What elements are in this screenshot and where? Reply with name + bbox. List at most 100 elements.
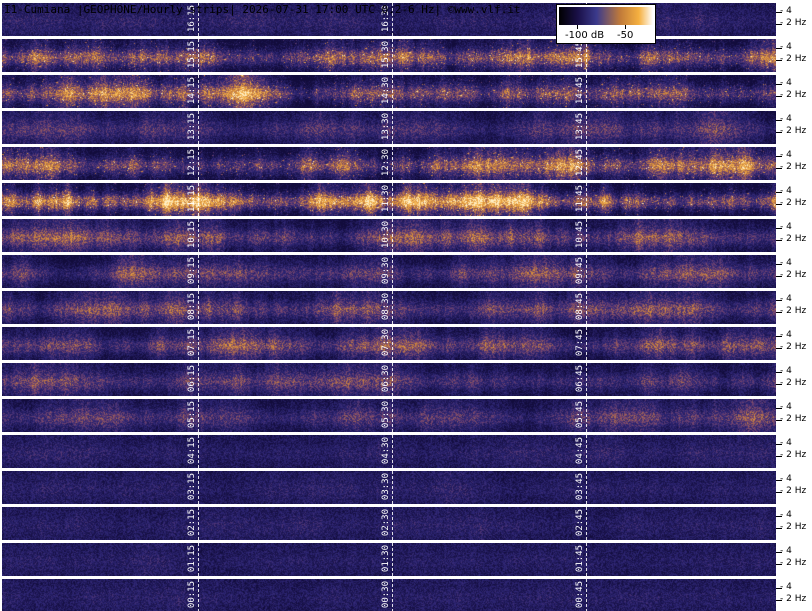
time-label: 07:15 — [187, 329, 197, 357]
axis-tick-label: - 4 — [780, 114, 792, 124]
time-label: 02:45 — [575, 509, 585, 537]
time-label: 01:45 — [575, 545, 585, 573]
quarter-hour-marker — [586, 363, 587, 396]
axis-tick-label: - 4 — [780, 438, 792, 448]
spectrogram-strip: 15:15 15:30 15:45 — [2, 39, 776, 72]
frequency-axis: - 4 - 2 Hz — [776, 219, 812, 255]
axis-tick-label: - 2 Hz — [780, 558, 807, 568]
frequency-axis: - 4 - 2 Hz — [776, 183, 812, 219]
frequency-axis: - 4 - 2 Hz — [776, 147, 812, 183]
time-label: 09:45 — [575, 257, 585, 285]
axis-tick-label: - 4 — [780, 582, 792, 592]
axis-tick-label: - 4 — [780, 546, 792, 556]
axis-tick-label: - 2 Hz — [780, 450, 807, 460]
frequency-axis: - 4 - 2 Hz — [776, 579, 812, 611]
quarter-hour-marker — [392, 255, 393, 288]
quarter-hour-marker — [586, 579, 587, 611]
quarter-hour-marker — [392, 327, 393, 360]
spectrogram-strip: 12:15 12:30 12:45 — [2, 147, 776, 180]
time-label: 03:45 — [575, 473, 585, 501]
axis-tick-label: - 4 — [780, 474, 792, 484]
axis-tick-label: - 2 Hz — [780, 126, 807, 136]
quarter-hour-marker — [392, 471, 393, 504]
time-label: 00:15 — [187, 581, 197, 609]
time-label: 11:45 — [575, 185, 585, 213]
time-label: 03:30 — [381, 473, 391, 501]
spectrogram-strip: 00:15 00:30 00:45 — [2, 579, 776, 611]
spectrogram-strip: 01:15 01:30 01:45 — [2, 543, 776, 576]
quarter-hour-marker — [198, 471, 199, 504]
time-label: 10:15 — [187, 221, 197, 249]
time-label: 00:45 — [575, 581, 585, 609]
time-label: 15:30 — [381, 41, 391, 69]
quarter-hour-marker — [586, 183, 587, 216]
frequency-axis: - 4 - 2 Hz — [776, 3, 812, 39]
axis-tick-label: - 2 Hz — [780, 522, 807, 532]
quarter-hour-marker — [586, 75, 587, 108]
axis-tick-label: - 4 — [780, 510, 792, 520]
axis-tick-label: - 2 Hz — [780, 378, 807, 388]
spectrogram-strip: 13:15 13:30 13:45 — [2, 111, 776, 144]
quarter-hour-marker — [198, 183, 199, 216]
quarter-hour-marker — [586, 435, 587, 468]
axis-tick-label: - 2 Hz — [780, 162, 807, 172]
time-label: 08:30 — [381, 293, 391, 321]
axis-tick-label: - 2 Hz — [780, 342, 807, 352]
quarter-hour-marker — [392, 399, 393, 432]
quarter-hour-marker — [198, 39, 199, 72]
quarter-hour-marker — [198, 291, 199, 324]
time-label: 01:30 — [381, 545, 391, 573]
time-label: 02:15 — [187, 509, 197, 537]
axis-tick-label: - 2 Hz — [780, 414, 807, 424]
frequency-axis: - 4 - 2 Hz — [776, 75, 812, 111]
frequency-axis: - 4 - 2 Hz — [776, 543, 812, 579]
quarter-hour-marker — [392, 291, 393, 324]
time-label: 10:30 — [381, 221, 391, 249]
quarter-hour-marker — [392, 183, 393, 216]
frequency-axis: - 4 - 2 Hz — [776, 327, 812, 363]
colorbar — [559, 7, 653, 25]
frequency-axis: - 4 - 2 Hz — [776, 507, 812, 543]
time-label: 11:30 — [381, 185, 391, 213]
quarter-hour-marker — [392, 579, 393, 611]
time-label: 13:45 — [575, 113, 585, 141]
time-label: 03:15 — [187, 473, 197, 501]
quarter-hour-marker — [586, 543, 587, 576]
time-label: 05:45 — [575, 401, 585, 429]
time-label: 02:30 — [381, 509, 391, 537]
time-label: 13:15 — [187, 113, 197, 141]
frequency-axis: - 4 - 2 Hz — [776, 363, 812, 399]
quarter-hour-marker — [586, 111, 587, 144]
axis-tick-label: - 4 — [780, 78, 792, 88]
colorbar-tick — [577, 25, 578, 29]
quarter-hour-marker — [198, 435, 199, 468]
axis-tick-label: - 4 — [780, 294, 792, 304]
quarter-hour-marker — [392, 219, 393, 252]
spectrogram-strip: 10:15 10:30 10:45 — [2, 219, 776, 252]
quarter-hour-marker — [392, 543, 393, 576]
time-label: 07:30 — [381, 329, 391, 357]
quarter-hour-marker — [586, 219, 587, 252]
time-label: 12:45 — [575, 149, 585, 177]
axis-tick-label: - 4 — [780, 186, 792, 196]
axis-tick-label: - 2 Hz — [780, 306, 807, 316]
axis-tick-label: - 2 Hz — [780, 486, 807, 496]
quarter-hour-marker — [392, 147, 393, 180]
frequency-axis: - 4 - 2 Hz — [776, 255, 812, 291]
axis-tick-label: - 2 Hz — [780, 90, 807, 100]
quarter-hour-marker — [198, 363, 199, 396]
spectrogram-strip: 09:15 09:30 09:45 — [2, 255, 776, 288]
time-label: 14:30 — [381, 77, 391, 105]
axis-tick-label: - 2 Hz — [780, 198, 807, 208]
axis-tick-label: - 2 Hz — [780, 594, 807, 604]
quarter-hour-marker — [392, 39, 393, 72]
spectrogram-strip: 03:15 03:30 03:45 — [2, 471, 776, 504]
frequency-axis: - 4 - 2 Hz — [776, 399, 812, 435]
time-label: 14:45 — [575, 77, 585, 105]
spectrogram-strip: 04:15 04:30 04:45 — [2, 435, 776, 468]
time-label: 15:15 — [187, 41, 197, 69]
quarter-hour-marker — [586, 327, 587, 360]
axis-tick-label: - 4 — [780, 258, 792, 268]
time-label: 15:45 — [575, 41, 585, 69]
spectrogram-strip: 14:15 14:30 14:45 — [2, 75, 776, 108]
